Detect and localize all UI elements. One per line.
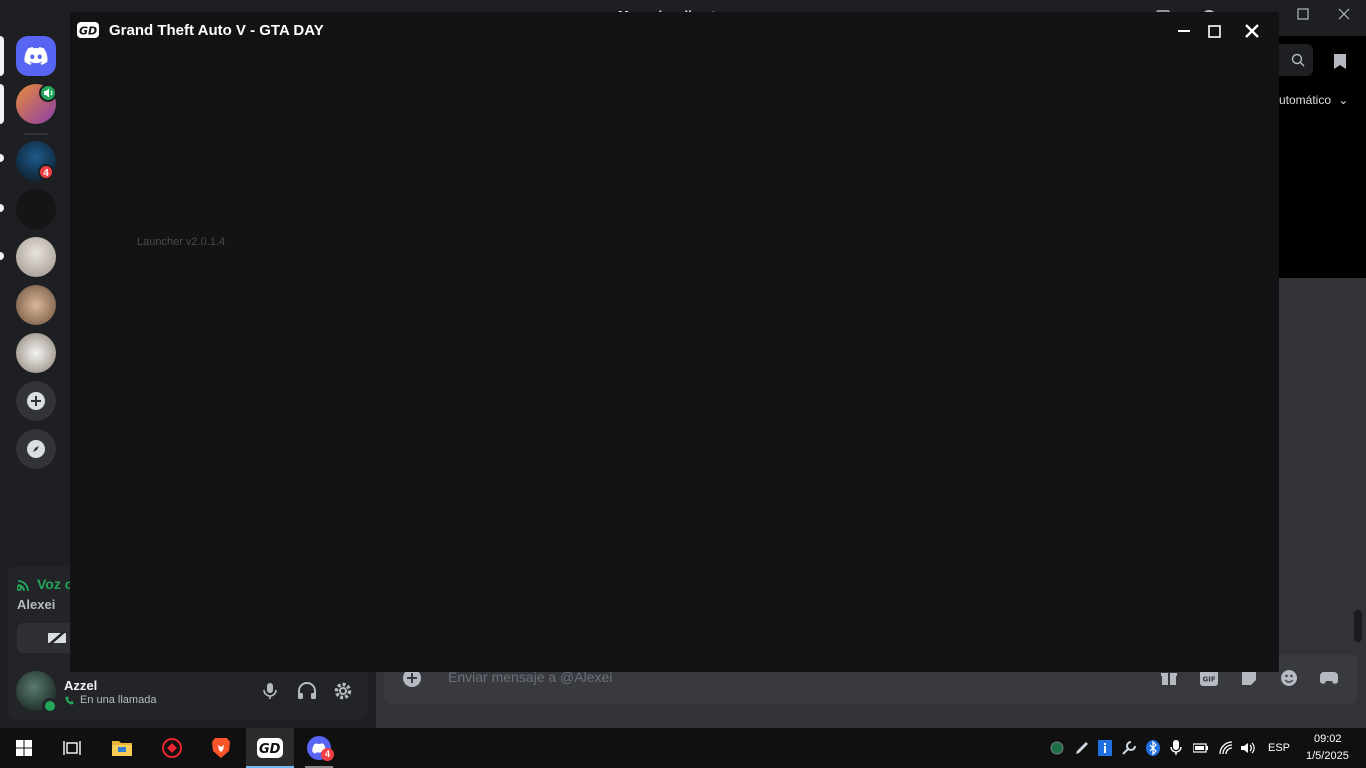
input-language[interactable]: ESP <box>1268 742 1290 754</box>
launcher-maximize-icon[interactable] <box>1203 20 1225 42</box>
search-box[interactable] <box>1279 44 1313 76</box>
launcher-close-icon[interactable] <box>1241 20 1263 42</box>
gta-day-launcher-button[interactable]: GD <box>246 728 294 768</box>
launcher-minimize-icon[interactable] <box>1173 20 1195 42</box>
guild-dark-server[interactable] <box>16 189 56 229</box>
speaker-icon <box>39 84 57 102</box>
quality-selector[interactable]: utomático ⌄ <box>1279 93 1348 107</box>
compass-icon <box>27 440 45 458</box>
guild-unread-pill <box>0 252 4 260</box>
plus-icon <box>27 392 45 410</box>
volume-icon[interactable] <box>1240 740 1256 756</box>
discover-button[interactable] <box>16 429 56 469</box>
battery-icon[interactable] <box>1193 740 1209 756</box>
brave-lion-icon <box>212 738 230 758</box>
guild-unread-pill <box>0 154 4 162</box>
svg-text:GD: GD <box>79 25 97 38</box>
settings-gear-icon[interactable] <box>333 681 353 701</box>
guild-bald-server[interactable] <box>16 237 56 277</box>
microphone-icon[interactable] <box>262 682 278 700</box>
launcher-version: Launcher v2.0.1.4 <box>137 236 226 248</box>
antivirus-icon <box>162 738 182 758</box>
voice-connection-panel: Voz c Alexei <box>8 566 70 662</box>
windows-start-button[interactable] <box>0 728 48 768</box>
discord-notification-badge: 4 <box>321 748 334 761</box>
bluetooth-icon[interactable] <box>1145 740 1161 756</box>
info-tray-icon[interactable] <box>1098 740 1114 756</box>
folder-icon <box>112 741 132 756</box>
discord-logo-icon <box>24 47 48 65</box>
activities-gamepad-icon[interactable] <box>1319 670 1339 686</box>
quality-label: utomático <box>1279 93 1332 107</box>
guild-selected-pill <box>0 36 4 76</box>
voice-status: Voz c <box>37 576 70 592</box>
taskbar: GD 4 ESP 09:02 1/5/2025 <box>0 728 1366 768</box>
discord-close-icon[interactable] <box>1338 8 1358 28</box>
guild-hamster-server[interactable] <box>16 285 56 325</box>
microphone-tray-icon[interactable] <box>1169 740 1185 756</box>
phone-icon <box>65 695 75 705</box>
emoji-icon[interactable] <box>1280 669 1298 687</box>
guild-separator <box>24 133 48 135</box>
discord-home-button[interactable] <box>16 36 56 76</box>
guild-cat-server[interactable] <box>16 333 56 373</box>
gif-icon[interactable]: GIF <box>1200 670 1218 686</box>
headphones-icon[interactable] <box>297 682 317 700</box>
antivirus-button[interactable] <box>148 728 196 768</box>
launcher-title: Grand Theft Auto V - GTA DAY <box>109 22 324 39</box>
svg-text:GD: GD <box>259 742 281 757</box>
svg-text:GIF: GIF <box>1203 676 1216 684</box>
gta-day-logo-icon: GD <box>77 22 99 38</box>
signal-icon <box>17 577 32 592</box>
wifi-icon[interactable] <box>1218 740 1234 756</box>
wrench-tray-icon[interactable] <box>1121 740 1137 756</box>
pen-tool-icon[interactable] <box>1074 740 1090 756</box>
user-status: En una llamada <box>80 694 157 706</box>
user-name[interactable]: Azzel <box>64 678 97 693</box>
task-view-icon <box>63 741 81 755</box>
bookmark-icon[interactable] <box>1333 53 1347 70</box>
guild-active-pill <box>0 84 4 124</box>
task-view-button[interactable] <box>48 728 96 768</box>
search-icon <box>1291 53 1305 67</box>
online-status-dot <box>42 698 58 714</box>
video-toggle-button[interactable] <box>17 623 70 653</box>
discord-logo-icon: 4 <box>307 736 334 761</box>
clock-date[interactable]: 1/5/2025 <box>1306 750 1349 762</box>
file-explorer-button[interactable] <box>98 728 146 768</box>
guild-unread-pill <box>0 204 4 212</box>
video-off-icon <box>48 630 66 646</box>
launcher-window: GD Grand Theft Auto V - GTA DAY Launcher… <box>70 12 1279 672</box>
discord-taskbar-button[interactable]: 4 <box>295 728 343 768</box>
windows-logo-icon <box>16 740 32 756</box>
tray-app-icon[interactable] <box>1049 740 1065 756</box>
chat-scrollbar[interactable] <box>1354 610 1362 642</box>
voice-channel-name[interactable]: Alexei <box>17 597 55 612</box>
chevron-down-icon: ⌄ <box>1338 93 1349 107</box>
clock-time[interactable]: 09:02 <box>1314 733 1342 745</box>
gta-day-logo-icon: GD <box>257 738 283 758</box>
add-server-button[interactable] <box>16 381 56 421</box>
brave-browser-button[interactable] <box>197 728 245 768</box>
guild-mention-badge: 4 <box>38 164 54 180</box>
discord-maximize-icon[interactable] <box>1297 8 1317 28</box>
